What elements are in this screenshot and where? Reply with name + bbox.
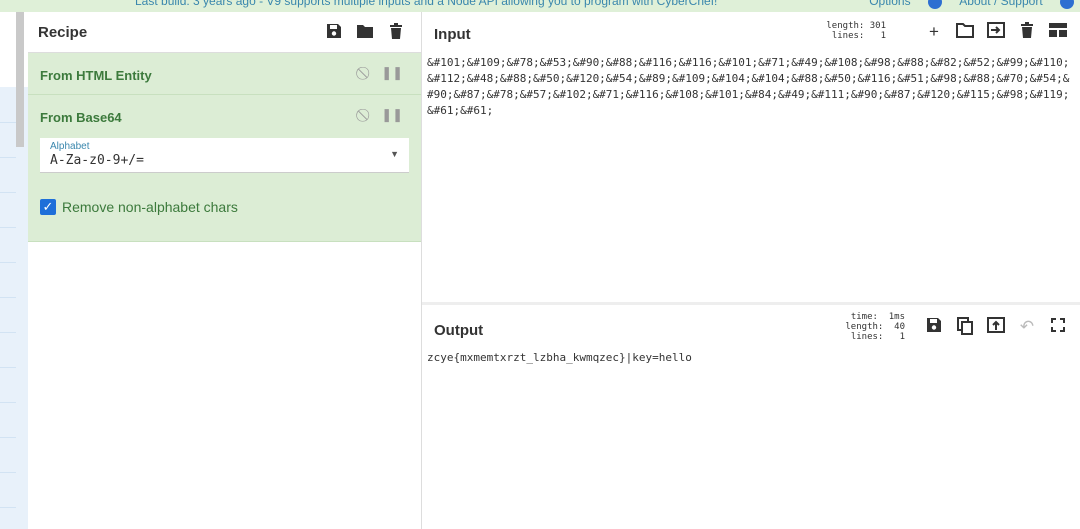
output-header: Output time: 1ms length: 40 lines: 1 ↶ <box>422 305 1080 347</box>
alphabet-value: A-Za-z0-9+/= <box>50 153 144 168</box>
layout-icon[interactable] <box>1048 22 1068 42</box>
alphabet-label: Alphabet <box>50 141 90 152</box>
remove-non-alphabet-checkbox[interactable]: ✓ Remove non-alphabet chars <box>40 199 238 215</box>
pause-icon[interactable]: ❚❚ <box>381 65 403 80</box>
recipe-header: Recipe <box>28 12 421 53</box>
undo-icon[interactable]: ↶ <box>1017 317 1037 337</box>
pause-icon[interactable]: ❚❚ <box>381 107 403 122</box>
output-time: time: 1ms <box>850 312 905 322</box>
output-stats: time: 1ms length: 40 lines: 1 <box>845 312 905 342</box>
about-link[interactable]: About / Support <box>959 0 1042 8</box>
recipe-panel: Recipe From HTML Entity ⃠ ❚❚ From Base64… <box>28 12 422 529</box>
input-length: length: 301 <box>826 21 886 31</box>
banner-link[interactable]: multiple inputs <box>334 0 411 8</box>
open-folder-icon[interactable] <box>955 22 975 42</box>
output-title: Output <box>434 322 484 339</box>
input-panel: Input length: 301 lines: 1 + &#101;&#109;… <box>422 12 1080 302</box>
input-textarea[interactable]: &#101;&#109;&#78;&#53;&#90;&#88;&#116;&#… <box>427 55 1075 119</box>
save-icon[interactable] <box>325 23 343 41</box>
output-length: length: 40 <box>845 322 905 332</box>
options-link[interactable]: Options <box>869 0 910 8</box>
input-lines: lines: 1 <box>831 31 886 41</box>
output-panel: Output time: 1ms length: 40 lines: 1 ↶ zcy… <box>422 305 1080 529</box>
recipe-op-from-html-entity[interactable]: From HTML Entity ⃠ ❚❚ <box>28 53 421 95</box>
open-file-icon[interactable] <box>986 22 1006 42</box>
checkbox-checked-icon[interactable]: ✓ <box>40 199 56 215</box>
output-lines: lines: 1 <box>850 332 905 342</box>
info-banner: Last build: 3 years ago - V9 supports mu… <box>0 0 1080 12</box>
maximize-icon[interactable] <box>1048 317 1068 337</box>
add-tab-icon[interactable]: + <box>924 22 944 42</box>
save-output-icon[interactable] <box>924 317 944 337</box>
alphabet-select[interactable]: Alphabet A-Za-z0-9+/= ▼ <box>40 138 409 173</box>
banner-text-prefix: Last build: 3 years ago - V9 supports <box>135 0 331 8</box>
recipe-op-from-base64[interactable]: From Base64 ⃠ ❚❚ Alphabet A-Za-z0-9+/= ▼… <box>28 95 421 242</box>
folder-icon[interactable] <box>356 23 374 41</box>
trash-icon[interactable] <box>387 23 405 41</box>
input-title: Input <box>434 26 471 43</box>
copy-icon[interactable] <box>955 317 975 337</box>
output-text[interactable]: zcye{mxmemtxrzt_lzbha_kwmqzec}|key=hello <box>427 350 692 366</box>
checkbox-label: Remove non-alphabet chars <box>62 199 238 215</box>
gear-icon[interactable] <box>927 0 942 9</box>
replace-input-icon[interactable] <box>986 317 1006 337</box>
clear-input-icon[interactable] <box>1017 22 1037 42</box>
scrollbar[interactable] <box>16 12 24 147</box>
recipe-title: Recipe <box>38 23 88 41</box>
chevron-down-icon[interactable]: ▼ <box>390 149 399 159</box>
operations-panel-edge <box>0 12 29 529</box>
help-icon[interactable] <box>1060 0 1074 9</box>
banner-text-suffix: and a Node API allowing you to program w… <box>413 0 718 8</box>
input-stats: length: 301 lines: 1 <box>826 21 886 41</box>
input-header: Input length: 301 lines: 1 + <box>422 12 1080 54</box>
